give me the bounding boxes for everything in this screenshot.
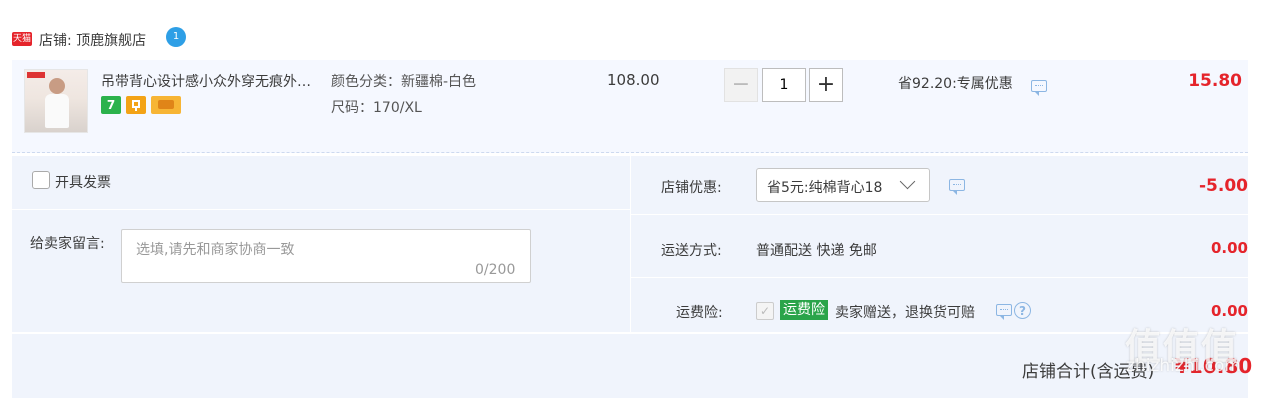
seven-day-return-icon: 7 — [101, 96, 121, 114]
tmall-badge: 天猫 — [12, 32, 32, 46]
insurance-label: 运费险: — [676, 305, 723, 321]
brand-tag — [27, 72, 45, 78]
shipping-method: 普通配送 快递 免邮 — [756, 243, 877, 259]
product-thumbnail[interactable] — [24, 69, 88, 133]
model-head — [49, 78, 65, 94]
comment-icon[interactable] — [1031, 80, 1047, 96]
quantity-decrease-button[interactable]: − — [724, 68, 758, 102]
insurance-badge: 运费险 — [780, 300, 828, 320]
help-icon[interactable]: ? — [1014, 302, 1031, 319]
shop-coupon-amount: -5.00 — [1199, 176, 1248, 196]
comment-icon[interactable] — [996, 304, 1012, 320]
divider — [631, 277, 1248, 278]
divider — [631, 214, 1248, 215]
message-label: 给卖家留言: — [30, 236, 105, 252]
watermark-url: zhizhizhi.com — [1126, 356, 1241, 376]
shop-coupon-value[interactable]: 省5元:纯棉背心18 — [767, 177, 882, 197]
shop-name[interactable]: 店铺: 顶鹿旗舰店 — [39, 30, 146, 50]
sku-size: 尺码：170/XL — [331, 100, 422, 116]
shipping-label: 运送方式: — [661, 243, 722, 259]
credit-card-icon — [151, 96, 181, 114]
unit-price: 108.00 — [607, 71, 660, 89]
shop-coupon-label: 店铺优惠: — [661, 180, 722, 196]
invoice-checkbox[interactable] — [32, 171, 50, 189]
quantity-input[interactable] — [762, 68, 806, 102]
guarantee-icon — [126, 96, 146, 114]
product-title[interactable]: 吊带背心设计感小众外穿无痕外… — [101, 71, 327, 91]
discount-text: 省92.20:专属优惠 — [898, 76, 1013, 92]
insurance-checkbox[interactable]: ✓ — [756, 302, 774, 320]
comment-icon[interactable] — [949, 179, 965, 195]
sku-color: 颜色分类：新疆棉-白色 — [331, 74, 477, 90]
message-counter: 0/200 — [475, 262, 516, 278]
model-top — [45, 94, 69, 128]
divider — [12, 209, 630, 210]
chat-icon[interactable]: 1 — [166, 27, 186, 47]
insurance-text: 卖家赠送，退换货可赔 — [835, 305, 975, 321]
quantity-increase-button[interactable]: + — [809, 68, 843, 102]
message-placeholder: 选填,请先和商家协商一致 — [136, 242, 295, 258]
item-subtotal: 15.80 — [1188, 71, 1242, 91]
shipping-amount: 0.00 — [1210, 239, 1248, 257]
invoice-label[interactable]: 开具发票 — [55, 172, 111, 192]
